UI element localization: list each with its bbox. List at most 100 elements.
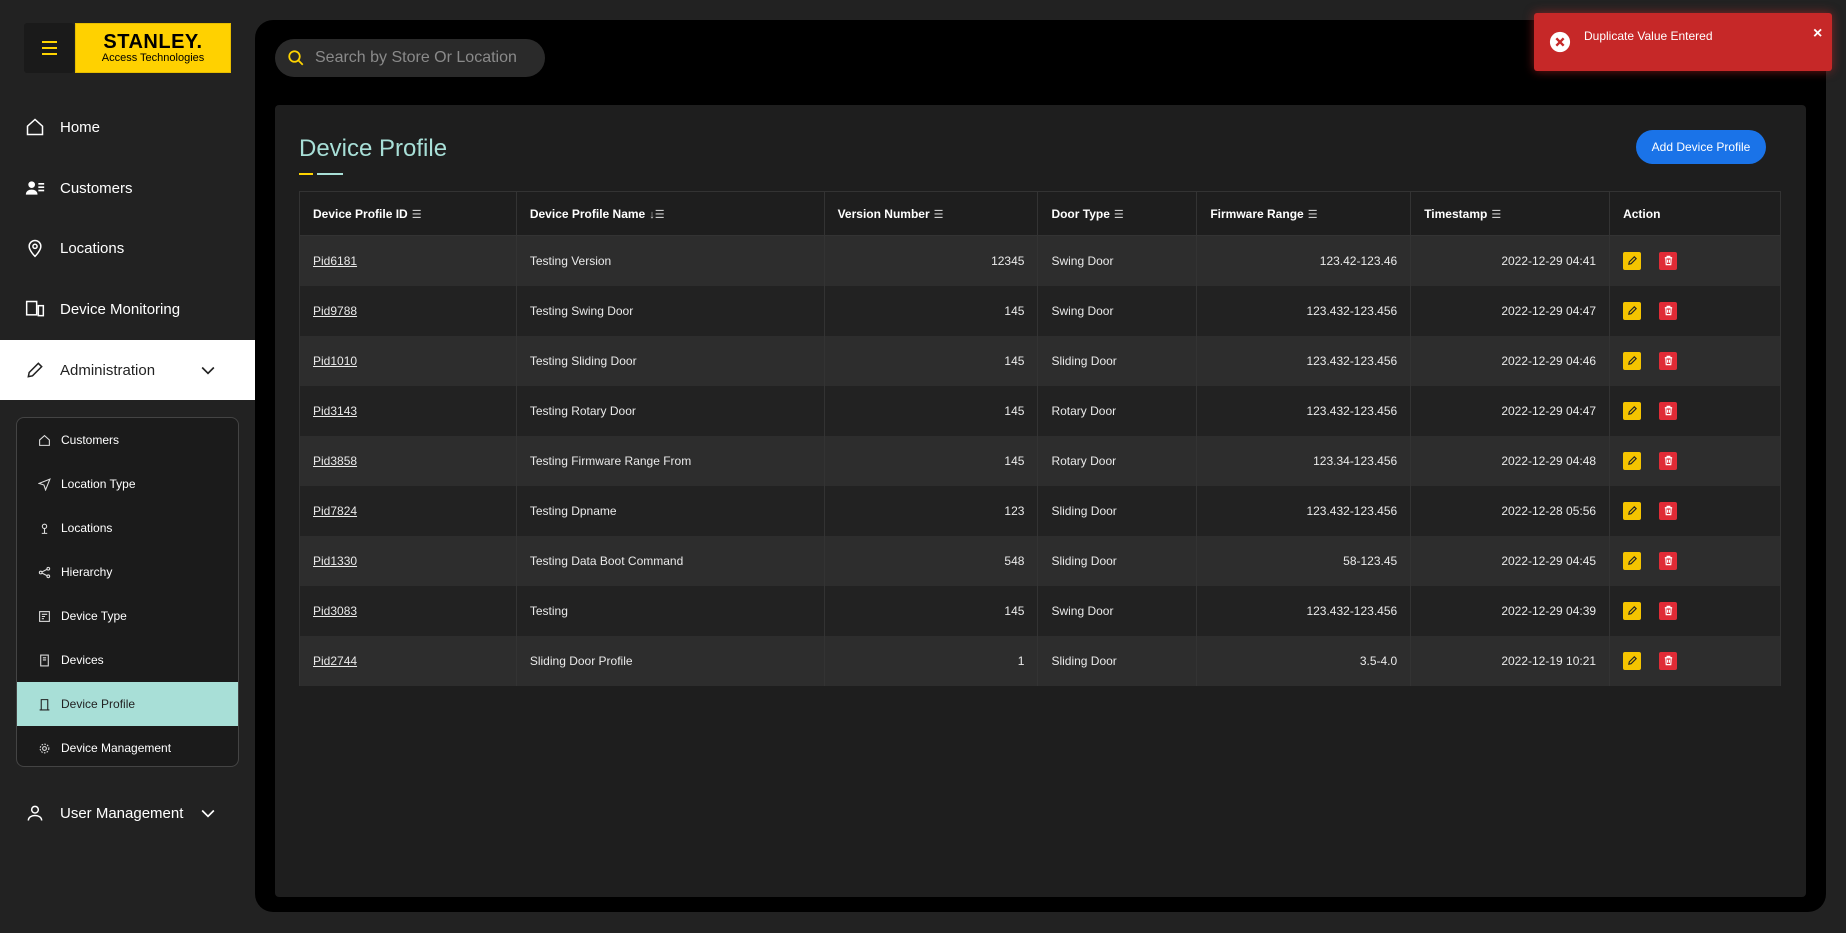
column-header-label: Version Number [837,206,930,221]
cell-version-number: 548 [823,535,1039,586]
submenu-item-device-type[interactable]: Device Type [17,594,238,638]
add-device-profile-button[interactable]: Add Device Profile [1636,130,1766,164]
column-header-door-type[interactable]: Door Type ☰ [1037,191,1198,236]
edit-icon[interactable] [1623,651,1642,670]
cell-device-profile-name: Testing Rotary Door [515,385,825,436]
edit-icon[interactable] [1623,451,1642,470]
delete-icon[interactable] [1659,551,1678,570]
close-icon[interactable]: × [1813,25,1822,43]
column-header-device-profile-id[interactable]: Device Profile ID ☰ [299,191,517,236]
table-row: Pid1330 Testing Data Boot Command 548 Slidi… [299,535,1781,586]
submenu-label: Hierarchy [61,565,113,579]
cell-action [1609,235,1781,286]
search-input[interactable] [315,39,535,77]
submenu-label: Device Profile [61,697,136,711]
pencil-icon [24,359,46,381]
filter-icon[interactable]: ☰ [412,208,422,221]
filter-icon[interactable]: ☰ [1114,208,1124,221]
cell-action [1609,385,1781,436]
submenu-item-location-type[interactable]: Location Type [17,462,238,506]
cell-device-profile-name: Testing Data Boot Command [515,535,825,586]
table-row: Pid6181 Testing Version 12345 Swing Door 123… [299,235,1781,286]
device-profile-id-link[interactable]: Pid1330 [313,554,357,568]
column-header-firmware-range[interactable]: Firmware Range ☰ [1196,191,1412,236]
error-icon [1549,31,1571,53]
cell-device-profile-name: Testing Swing Door [515,285,825,336]
device-profile-id-link[interactable]: Pid3083 [313,604,357,618]
table-row: Pid3143 Testing Rotary Door 145 Rotary Door… [299,385,1781,436]
nav-item-administration[interactable]: Administration [0,340,255,400]
cell-device-profile-name: Testing Version [515,235,825,286]
submenu-item-hierarchy[interactable]: Hierarchy [17,550,238,594]
edit-icon[interactable] [1623,501,1642,520]
edit-icon[interactable] [1623,301,1642,320]
nav-item-locations[interactable]: Locations [0,218,255,278]
delete-icon[interactable] [1659,301,1678,320]
cell-device-profile-id: Pid7824 [299,485,517,536]
cell-firmware-range: 123.42-123.46 [1196,235,1412,286]
delete-icon[interactable] [1659,401,1678,420]
table-body: Pid6181 Testing Version 12345 Swing Door 123… [299,235,1781,686]
device-profile-id-link[interactable]: Pid9788 [313,304,357,318]
nav-item-customers[interactable]: Customers [0,158,255,218]
edit-icon[interactable] [1623,551,1642,570]
cell-firmware-range: 123.432-123.456 [1196,285,1412,336]
delete-icon[interactable] [1659,451,1678,470]
column-header-label: Door Type [1051,206,1110,221]
nav-label: Customers [60,179,133,197]
cell-version-number: 145 [823,435,1039,486]
delete-icon[interactable] [1659,251,1678,270]
delete-icon[interactable] [1659,351,1678,370]
filter-icon[interactable]: ☰ [1308,208,1318,221]
submenu-item-locations[interactable]: Locations [17,506,238,550]
column-header-action: Action [1609,191,1781,236]
filter-icon[interactable]: ☰ [934,208,944,221]
device-profile-id-link[interactable]: Pid3858 [313,454,357,468]
stanley-logo: STANLEY. Access Technologies [75,23,231,73]
logo-subtitle: Access Technologies [101,52,205,64]
cell-version-number: 1 [823,635,1039,686]
submenu-item-device-profile[interactable]: Device Profile [17,682,238,726]
submenu-item-customers[interactable]: Customers [17,418,238,462]
cell-version-number: 145 [823,385,1039,436]
device-profile-id-link[interactable]: Pid6181 [313,254,357,268]
edit-icon[interactable] [1623,601,1642,620]
edit-icon[interactable] [1623,351,1642,370]
device-profile-id-link[interactable]: Pid3143 [313,404,357,418]
delete-icon[interactable] [1659,651,1678,670]
device-type-icon [37,609,51,623]
cell-action [1609,285,1781,336]
submenu-item-devices[interactable]: Devices [17,638,238,682]
submenu-item-device-management[interactable]: Device Management [17,726,238,766]
cell-action [1609,635,1781,686]
cell-timestamp: 2022-12-29 04:47 [1410,385,1611,436]
column-header-version-number[interactable]: Version Number ☰ [823,191,1039,236]
sort-desc-icon[interactable]: ↓☰ [649,208,664,221]
edit-icon[interactable] [1623,401,1642,420]
nav-item-device-monitoring[interactable]: Device Monitoring [0,279,255,339]
submenu-label: Devices [61,653,104,667]
cell-door-type: Swing Door [1037,285,1198,336]
chevron-down-icon [198,803,218,823]
hamburger-menu-button[interactable] [24,23,74,73]
device-profile-id-link[interactable]: Pid1010 [313,354,357,368]
delete-icon[interactable] [1659,601,1678,620]
device-profile-id-link[interactable]: Pid7824 [313,504,357,518]
user-icon [24,802,46,824]
nav-label: User Management [60,804,184,822]
cell-firmware-range: 123.34-123.456 [1196,435,1412,486]
cell-version-number: 12345 [823,235,1039,286]
title-underline-accent [299,173,313,175]
column-header-device-profile-name[interactable]: Device Profile Name ↓☰ [515,191,825,236]
cell-door-type: Swing Door [1037,235,1198,286]
chevron-down-icon [198,360,218,380]
nav-item-user-management[interactable]: User Management [0,783,255,843]
nav-item-home[interactable]: Home [0,97,255,157]
delete-icon[interactable] [1659,501,1678,520]
page-title: Device Profile [299,135,448,162]
device-profile-id-link[interactable]: Pid2744 [313,654,357,668]
edit-icon[interactable] [1623,251,1642,270]
filter-icon[interactable]: ☰ [1491,208,1501,221]
column-header-timestamp[interactable]: Timestamp ☰ [1410,191,1611,236]
cell-device-profile-name: Testing [515,585,825,636]
